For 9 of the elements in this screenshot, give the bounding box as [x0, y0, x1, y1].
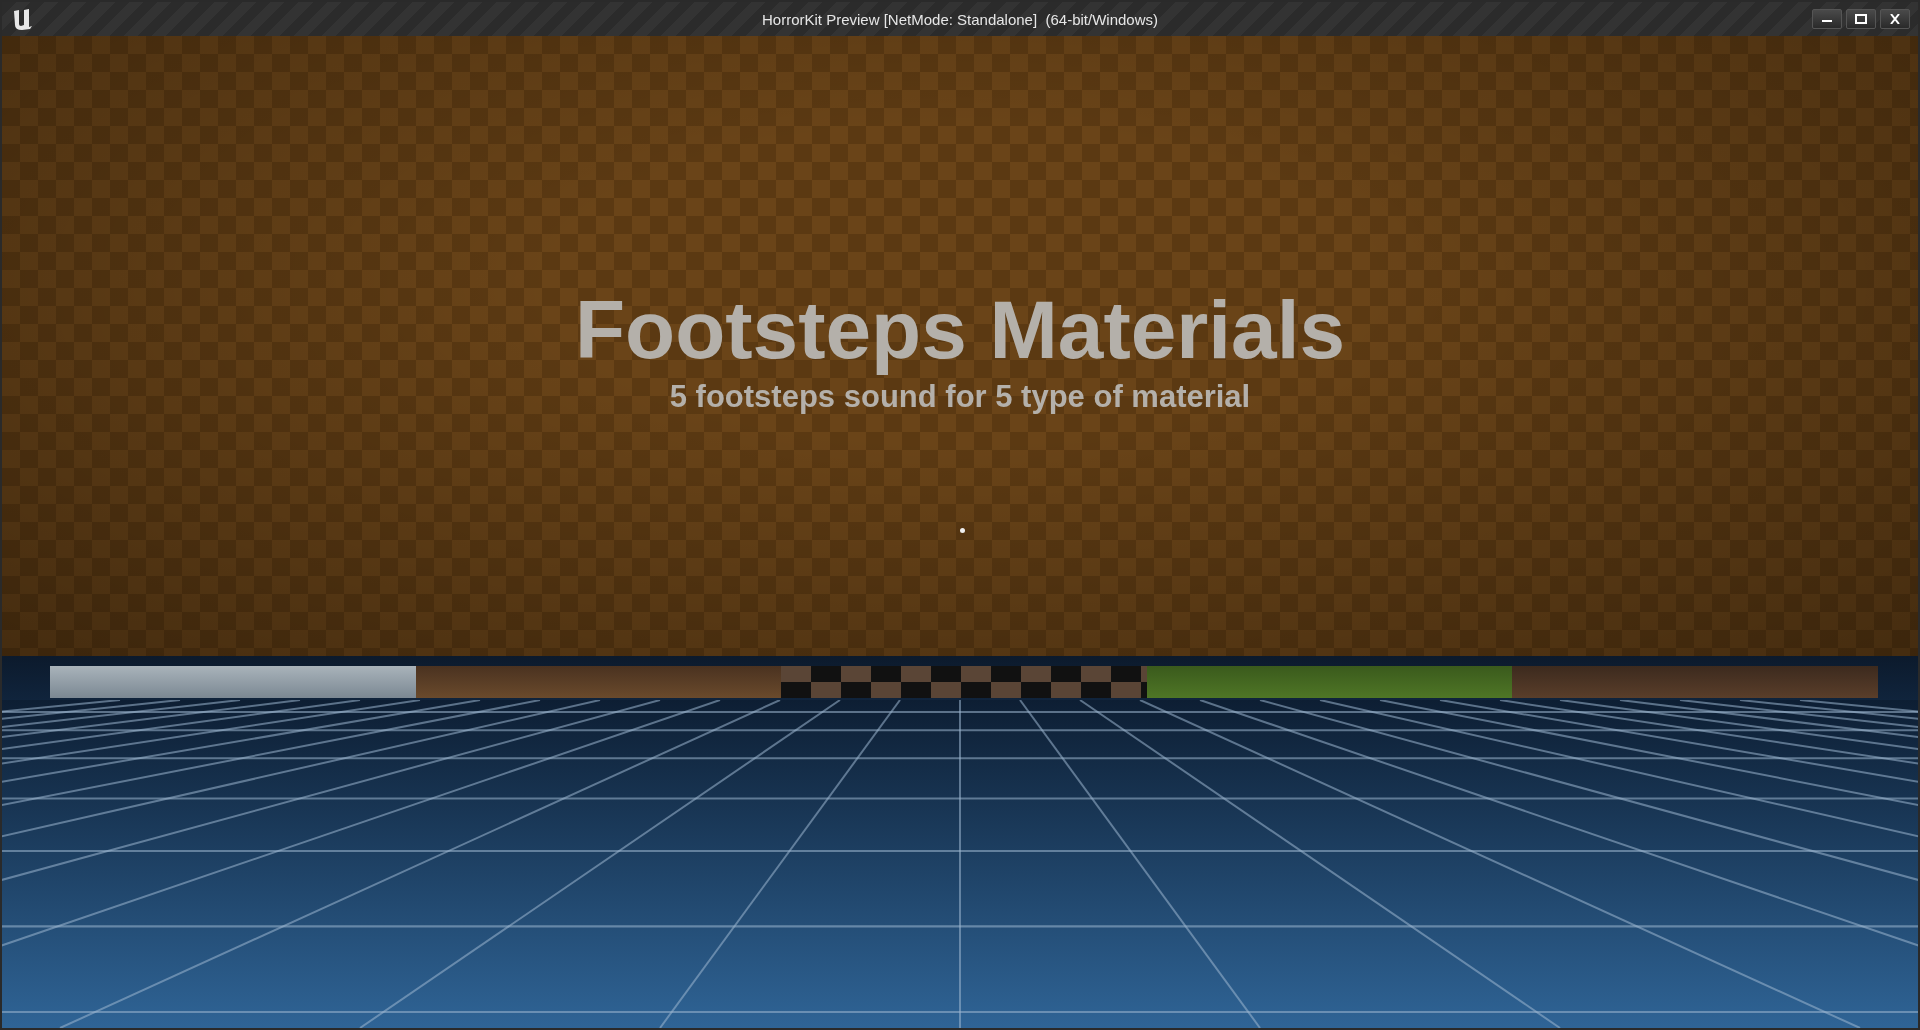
minimize-button[interactable]: [1812, 9, 1842, 29]
close-icon: [1889, 14, 1901, 24]
scene-heading: Footsteps Materials: [574, 283, 1346, 377]
window-title: HorrorKit Preview [NetMode: Standalone] (64-bit/Windows): [762, 10, 1158, 28]
scene-subheading: 5 footsteps sound for 5 type of material: [669, 379, 1251, 416]
close-button[interactable]: [1880, 9, 1910, 29]
maximize-icon: [1855, 14, 1867, 24]
maximize-button[interactable]: [1846, 9, 1876, 29]
crosshair-dot: [960, 528, 965, 533]
